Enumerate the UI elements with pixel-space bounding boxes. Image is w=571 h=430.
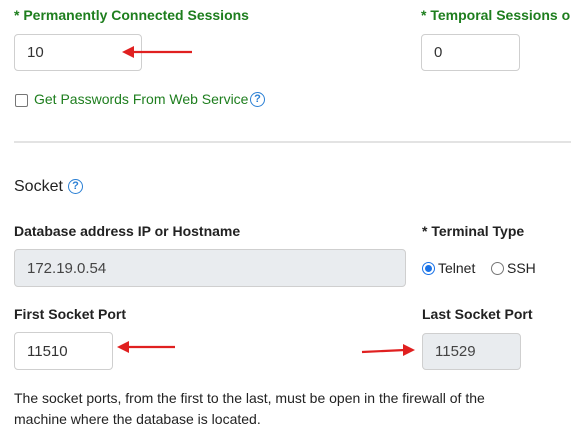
annotation-arrow-first-port xyxy=(117,341,175,353)
socket-ports-note: The socket ports, from the first to the … xyxy=(14,388,564,430)
web-service-help-icon[interactable]: ? xyxy=(250,92,265,107)
temporal-sessions-value: 0 xyxy=(434,44,443,61)
temporal-sessions-input[interactable]: 0 xyxy=(421,34,520,71)
db-address-input[interactable]: 172.19.0.54 xyxy=(14,249,406,287)
permanent-sessions-label: * Permanently Connected Sessions xyxy=(14,7,249,23)
last-port-label: Last Socket Port xyxy=(422,306,533,322)
web-service-label[interactable]: Get Passwords From Web Service xyxy=(34,91,248,107)
last-port-input[interactable]: 11529 xyxy=(422,333,521,370)
terminal-telnet-label[interactable]: Telnet xyxy=(438,260,475,276)
socket-section-title: Socket xyxy=(14,178,63,195)
last-port-value: 11529 xyxy=(435,343,476,360)
terminal-ssh-radio[interactable] xyxy=(491,262,504,275)
section-divider xyxy=(14,141,571,143)
first-port-value: 11510 xyxy=(27,342,68,360)
db-address-label: Database address IP or Hostname xyxy=(14,223,241,239)
annotation-arrow-permanent xyxy=(122,46,192,58)
annotation-arrow-last-port xyxy=(361,344,415,356)
terminal-type-label: * Terminal Type xyxy=(422,223,525,239)
temporal-sessions-label: * Temporal Sessions on xyxy=(421,7,571,23)
first-port-label: First Socket Port xyxy=(14,306,127,322)
terminal-telnet-radio[interactable] xyxy=(422,262,435,275)
first-port-input[interactable]: 11510 xyxy=(14,332,113,370)
web-service-checkbox[interactable] xyxy=(15,94,28,107)
terminal-ssh-label[interactable]: SSH xyxy=(507,260,536,276)
permanent-sessions-value: 10 xyxy=(27,44,44,61)
db-address-value: 172.19.0.54 xyxy=(27,259,107,277)
socket-ports-note-line-1: The socket ports, from the first to the … xyxy=(14,390,485,406)
socket-help-icon[interactable]: ? xyxy=(68,179,83,194)
